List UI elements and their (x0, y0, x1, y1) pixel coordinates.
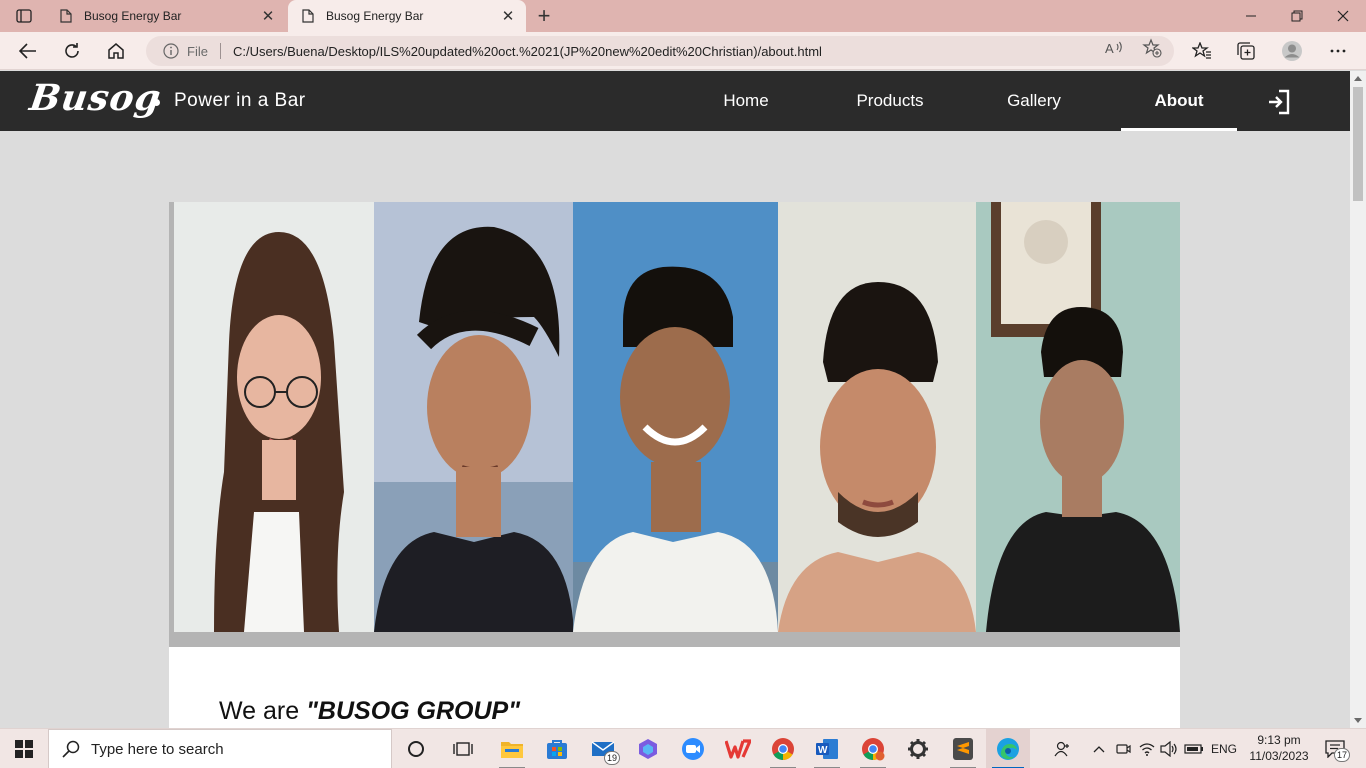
sublime-text-icon[interactable] (941, 729, 985, 768)
word-icon[interactable]: W (805, 729, 849, 768)
read-aloud-icon[interactable]: A (1104, 38, 1124, 58)
address-bar[interactable]: File C:/Users/Buena/Desktop/ILS%20update… (146, 36, 1174, 66)
svg-text:A: A (1105, 41, 1114, 56)
notification-badge: 17 (1333, 748, 1350, 762)
scroll-up-icon[interactable] (1354, 76, 1362, 81)
file-explorer-icon[interactable] (490, 729, 534, 768)
minimize-button[interactable] (1228, 0, 1274, 32)
settings-more-icon[interactable] (1322, 35, 1354, 67)
taskbar-clock[interactable]: 9:13 pm 11/03/2023 (1244, 732, 1314, 764)
tab-title: Busog Energy Bar (326, 9, 424, 23)
windows-taskbar: Type here to search 19 W ENG 9:13 pm 11/… (0, 728, 1366, 768)
team-member-photo-3 (573, 202, 778, 632)
page-viewport: Busog Power in a Bar Home Products Galle… (0, 71, 1350, 728)
scroll-down-icon[interactable] (1354, 718, 1362, 723)
collections-icon[interactable] (1230, 35, 1262, 67)
scheme-label: File (187, 43, 208, 59)
about-content-card: We are "BUSOG GROUP" (169, 647, 1180, 728)
chrome-icon[interactable] (761, 729, 805, 768)
about-heading: We are "BUSOG GROUP" (219, 697, 520, 726)
meet-now-icon[interactable] (1112, 729, 1134, 768)
browser-tab-1[interactable]: Busog Energy Bar ✕ (46, 0, 286, 32)
people-icon[interactable] (1050, 729, 1076, 768)
team-member-photo-4 (778, 202, 976, 632)
site-tagline: Power in a Bar (174, 90, 306, 111)
settings-gear-icon[interactable] (896, 729, 940, 768)
about-heading-prefix: We are (219, 697, 307, 725)
tab-title: Busog Energy Bar (84, 9, 182, 23)
page-icon (58, 8, 74, 24)
logo-dot (153, 99, 160, 106)
microsoft-store-icon[interactable] (535, 729, 579, 768)
url-text[interactable]: C:/Users/Buena/Desktop/ILS%20updated%20o… (233, 44, 822, 59)
zoom-icon[interactable] (671, 729, 715, 768)
language-indicator[interactable]: ENG (1208, 729, 1240, 768)
wps-office-icon[interactable] (716, 729, 760, 768)
clock-date: 11/03/2023 (1249, 749, 1309, 763)
page-icon (300, 8, 316, 24)
search-icon (61, 739, 81, 759)
site-logo[interactable]: Busog (27, 77, 164, 119)
wifi-icon[interactable] (1136, 729, 1158, 768)
login-icon[interactable] (1266, 89, 1292, 115)
profile-avatar-icon[interactable] (1276, 35, 1308, 67)
tab-actions-icon[interactable] (8, 4, 40, 28)
copilot-app-icon[interactable] (626, 729, 670, 768)
battery-icon[interactable] (1182, 729, 1206, 768)
mail-icon[interactable]: 19 (581, 729, 625, 768)
volume-icon[interactable] (1158, 729, 1180, 768)
mail-badge: 19 (603, 751, 620, 765)
edge-browser-icon[interactable] (986, 729, 1030, 768)
show-hidden-icons-chevron-icon[interactable] (1088, 729, 1110, 768)
browser-tab-strip: Busog Energy Bar ✕ Busog Energy Bar ✕ + (0, 0, 1366, 32)
add-favorite-icon[interactable] (1142, 38, 1162, 58)
new-tab-button[interactable]: + (532, 3, 556, 28)
favorites-icon[interactable] (1186, 35, 1218, 67)
nav-about-link[interactable]: About (1121, 71, 1237, 131)
site-navbar: Busog Power in a Bar Home Products Galle… (0, 71, 1350, 131)
nav-products-link[interactable]: Products (832, 71, 948, 131)
browser-toolbar: File C:/Users/Buena/Desktop/ILS%20update… (0, 32, 1366, 70)
home-button[interactable] (100, 35, 132, 67)
restore-button[interactable] (1274, 0, 1320, 32)
close-window-button[interactable] (1320, 0, 1366, 32)
task-view-icon[interactable] (441, 729, 485, 768)
chrome-profile-icon[interactable] (851, 729, 895, 768)
nav-home-link[interactable]: Home (688, 71, 804, 131)
clock-time: 9:13 pm (1257, 733, 1301, 747)
close-tab-icon[interactable]: ✕ (256, 4, 280, 28)
browser-tab-2[interactable]: Busog Energy Bar ✕ (288, 0, 526, 32)
cortana-icon[interactable] (394, 729, 438, 768)
team-member-photo-5 (976, 202, 1180, 632)
divider (219, 43, 221, 59)
search-placeholder: Type here to search (91, 740, 224, 758)
scroll-thumb[interactable] (1353, 87, 1363, 201)
group-name: "BUSOG GROUP" (306, 697, 521, 725)
notification-center-icon[interactable]: 17 (1320, 735, 1350, 763)
page-scrollbar[interactable] (1350, 71, 1366, 728)
team-photo (169, 202, 1180, 647)
close-tab-icon[interactable]: ✕ (496, 4, 520, 28)
team-member-photo-2 (374, 202, 574, 632)
refresh-button[interactable] (56, 35, 88, 67)
team-member-photo-1 (174, 202, 379, 632)
nav-gallery-link[interactable]: Gallery (976, 71, 1092, 131)
start-button[interactable] (0, 729, 48, 768)
info-icon[interactable] (162, 42, 180, 60)
back-button[interactable] (12, 35, 44, 67)
taskbar-search-box[interactable]: Type here to search (48, 729, 392, 768)
svg-text:W: W (818, 745, 828, 756)
